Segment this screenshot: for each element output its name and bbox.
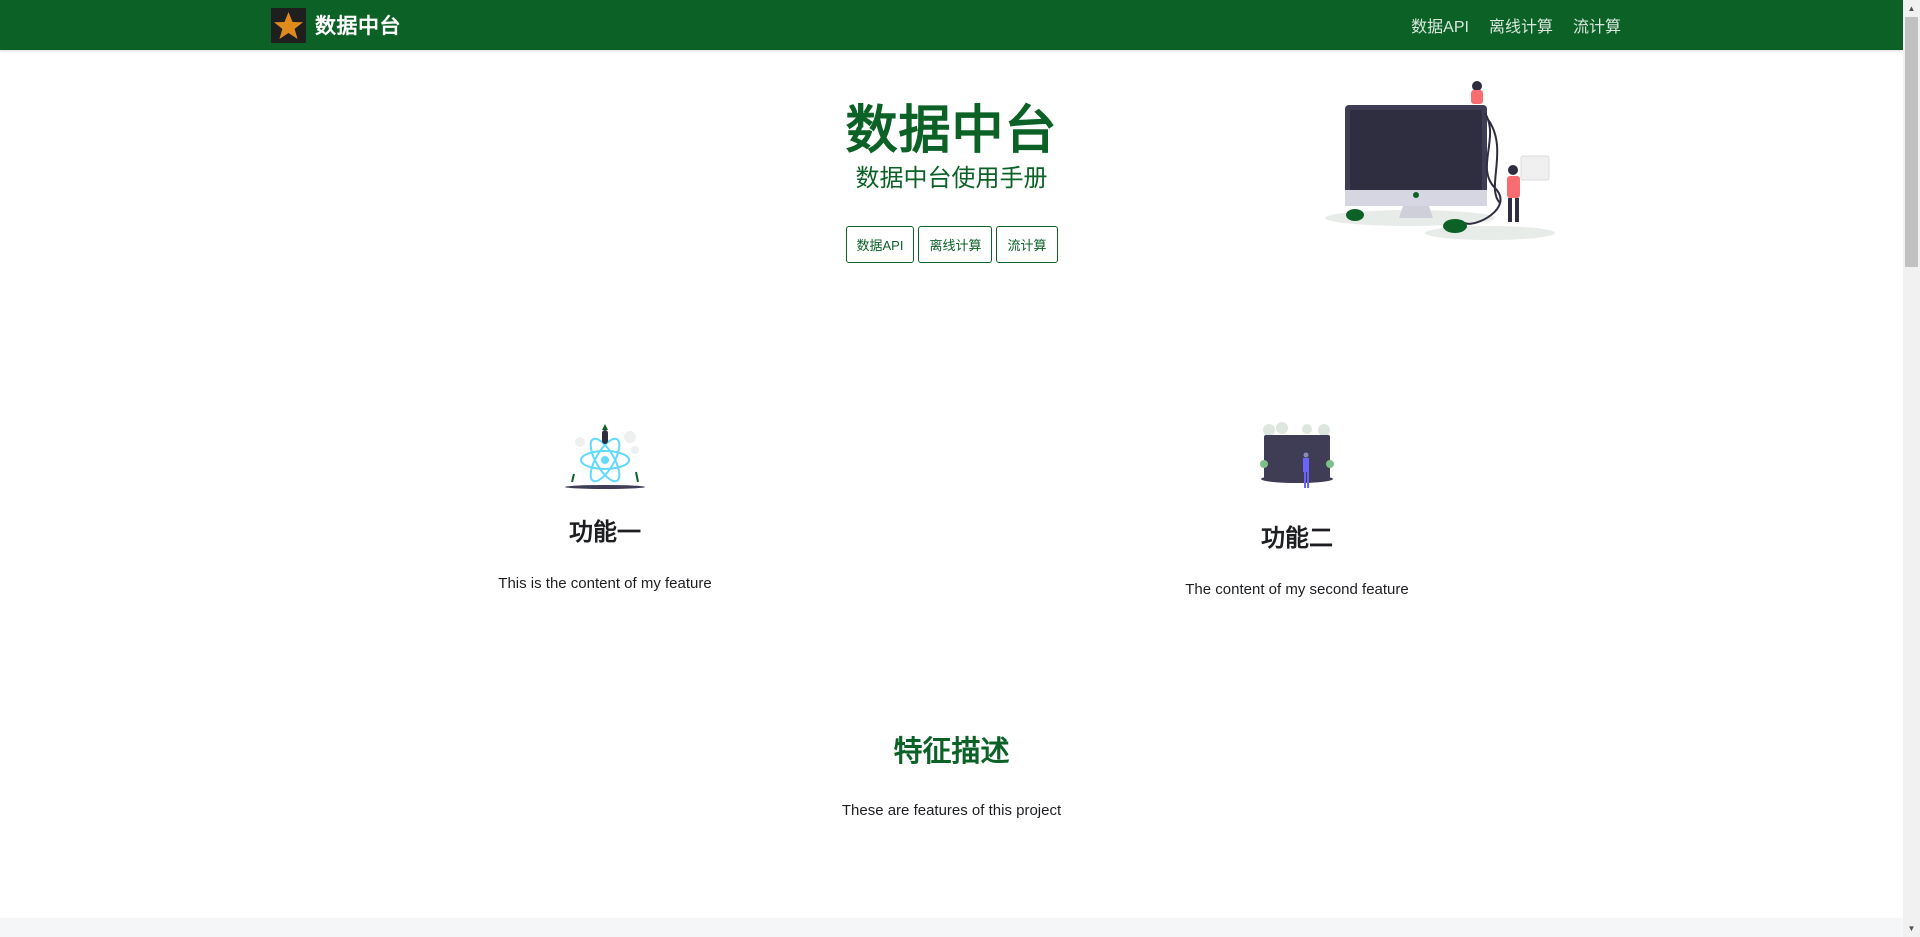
- hero-button-offline-compute[interactable]: 离线计算: [918, 226, 993, 263]
- scroll-down-arrow-icon[interactable]: ▼: [1903, 920, 1920, 937]
- feature-title-1: 功能一: [569, 519, 641, 546]
- brand-link[interactable]: 数据中台: [271, 7, 401, 43]
- feature-card-1: 功能一 This is the content of my feature: [355, 422, 855, 592]
- feature-card-2: 功能二 The content of my second feature: [1047, 422, 1547, 598]
- feature-text-2: The content of my second feature: [1185, 581, 1409, 598]
- top-navbar: 数据中台 数据API 离线计算 流计算: [0, 0, 1903, 50]
- nav-link-stream-compute[interactable]: 流计算: [1573, 13, 1621, 37]
- react-atom-illustration: [565, 424, 645, 489]
- feature-text-1: This is the content of my feature: [498, 575, 712, 592]
- footer-strip: [0, 918, 1903, 937]
- nav-links: 数据API 离线计算 流计算: [1391, 0, 1621, 50]
- section-text: These are features of this project: [841, 802, 1062, 819]
- hero-button-data-api[interactable]: 数据API: [845, 226, 915, 263]
- scroll-up-arrow-icon[interactable]: ▲: [1903, 0, 1920, 17]
- nav-link-data-api[interactable]: 数据API: [1411, 13, 1469, 37]
- blackboard-illustration: [1260, 422, 1334, 488]
- hero-button-stream-compute[interactable]: 流计算: [996, 226, 1058, 263]
- star-logo-icon: [271, 7, 306, 43]
- vertical-scrollbar[interactable]: ▲ ▼: [1903, 0, 1920, 937]
- scrollbar-thumb[interactable]: [1905, 17, 1918, 267]
- section-title: 特征描述: [893, 736, 1010, 768]
- hero-subtitle: 数据中台使用手册: [855, 165, 1048, 192]
- monitor-illustration: [1325, 81, 1555, 240]
- feature-title-2: 功能二: [1261, 525, 1333, 552]
- hero-title: 数据中台: [845, 102, 1058, 160]
- brand-title: 数据中台: [315, 15, 401, 38]
- nav-link-offline-compute[interactable]: 离线计算: [1489, 13, 1553, 37]
- hero-button-group: 数据API 离线计算 流计算: [0, 226, 1903, 263]
